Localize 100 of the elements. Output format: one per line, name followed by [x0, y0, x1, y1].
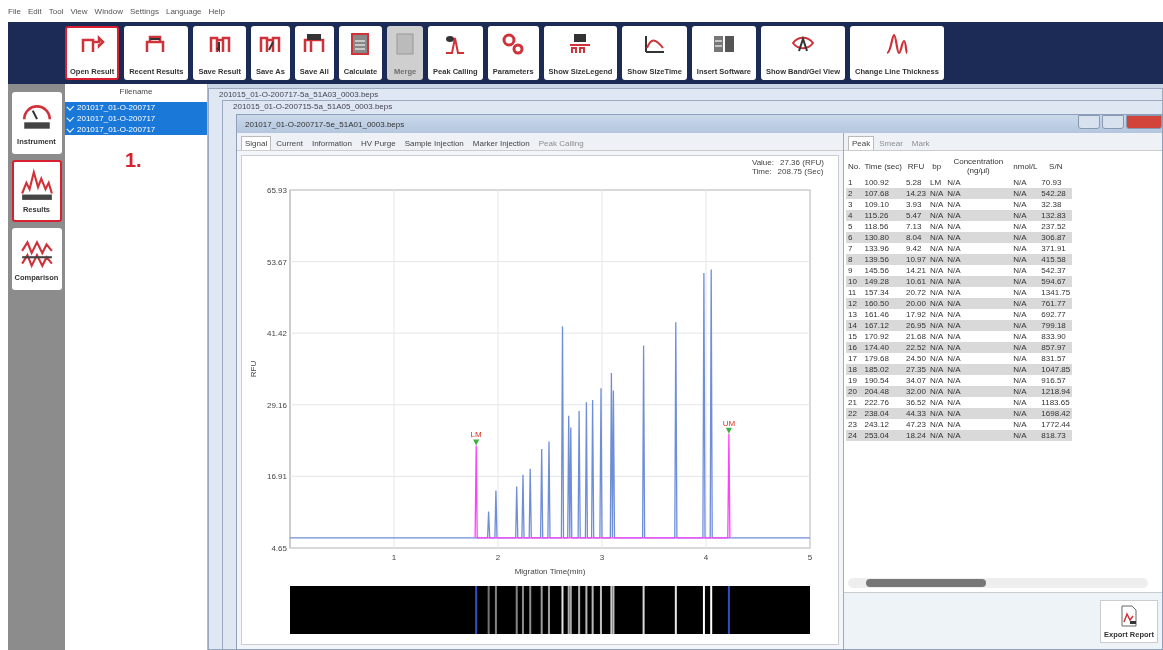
table-cell: N/A: [945, 419, 1012, 430]
table-cell: 1218.94: [1039, 386, 1073, 397]
table-cell: N/A: [945, 430, 1012, 441]
tab[interactable]: Signal: [241, 136, 272, 150]
tab[interactable]: HV Purge: [356, 136, 400, 150]
table-cell: N/A: [945, 375, 1012, 386]
table-cell: N/A: [1011, 298, 1040, 309]
table-cell: 20.72: [903, 287, 928, 298]
close-icon[interactable]: [1126, 115, 1162, 129]
file-list-item[interactable]: 201017_01-O-200717: [65, 124, 207, 135]
file-list-item[interactable]: 201017_01-O-200717: [65, 102, 207, 113]
table-cell: 1772.44: [1039, 419, 1073, 430]
menu-item[interactable]: Tool: [48, 6, 64, 16]
table-cell: N/A: [1011, 397, 1040, 408]
tab[interactable]: Sample Injection: [400, 136, 468, 150]
menu-item[interactable]: Edit: [27, 6, 42, 16]
file-name: 201017_01-O-200717: [77, 125, 156, 134]
readout-label: Value:: [751, 158, 774, 167]
table-cell: N/A: [945, 298, 1012, 309]
table-cell: 20: [846, 386, 863, 397]
column-header: S/N: [1048, 160, 1064, 173]
table-cell: N/A: [927, 298, 946, 309]
table-cell: N/A: [945, 254, 1012, 265]
table-cell: 18: [846, 364, 863, 375]
table-cell: N/A: [1011, 265, 1040, 276]
table-cell: 15: [846, 331, 863, 342]
table-cell: N/A: [1011, 430, 1040, 441]
file-name: 201017_01-O-200717: [77, 114, 156, 123]
table-cell: N/A: [945, 232, 1012, 243]
table-cell: N/A: [1011, 309, 1040, 320]
tab[interactable]: Information: [307, 136, 356, 150]
table-cell: N/A: [1011, 408, 1040, 419]
table-cell: N/A: [945, 397, 1012, 408]
table-cell-text: N/A: [928, 265, 945, 276]
file-list-item[interactable]: 201017_01-O-200717: [65, 113, 207, 124]
menu-item[interactable]: File: [8, 6, 21, 16]
table-cell: 17.92: [903, 309, 928, 320]
column-header: Time (sec): [863, 160, 903, 173]
table-cell: 32.38: [1039, 199, 1073, 210]
table-cell: 916.57: [1039, 375, 1073, 386]
table-cell: 222.76: [862, 397, 904, 408]
table-cell: N/A: [927, 320, 946, 331]
nav-icon: [19, 168, 54, 202]
table-cell: 109.10: [862, 199, 904, 210]
menu-item[interactable]: Language: [165, 6, 202, 16]
menu-item[interactable]: Help: [208, 6, 225, 16]
table-cell: N/A: [945, 177, 1012, 188]
table-cell-text: N/A: [928, 397, 945, 408]
readout-value: 208.75 (Sec): [777, 167, 824, 176]
table-cell: N/A: [945, 353, 1012, 364]
table-cell: 20.00: [903, 298, 928, 309]
readout-value: 27.36 (RFU): [780, 158, 824, 167]
table-cell: N/A: [927, 232, 946, 243]
table-cell-text: N/A: [928, 353, 945, 364]
table-cell-text: N/A: [928, 199, 945, 210]
tab[interactable]: Marker Injection: [468, 136, 534, 150]
table-cell: N/A: [1011, 386, 1040, 397]
table-cell: 14: [846, 320, 863, 331]
table-cell: 8.04: [903, 232, 928, 243]
axis-tick-label: 65.93: [266, 186, 287, 195]
window-title: 201015_01-O-200715-5a_51A05_0003.beps: [232, 101, 394, 113]
table-cell: 21.68: [903, 331, 928, 342]
table-cell: 149.28: [862, 276, 904, 287]
table-cell: 6: [846, 232, 863, 243]
table-cell: 174.40: [862, 342, 904, 353]
table-cell: N/A: [1011, 210, 1040, 221]
column-header: Concentration (ng/µl): [952, 156, 1005, 177]
table-cell: 2: [846, 188, 863, 199]
axis-tick-label: 16.91: [266, 472, 287, 482]
table-cell: N/A: [927, 364, 946, 375]
table-cell-text: N/A: [928, 287, 945, 298]
scrollbar-thumb[interactable]: [866, 579, 986, 587]
table-cell: N/A: [945, 276, 1012, 287]
table-cell: 7.13: [903, 221, 928, 232]
table-cell: 145.56: [862, 265, 904, 276]
axis-tick-label: 2: [495, 553, 501, 562]
table-cell: N/A: [945, 210, 1012, 221]
table-cell: 371.91: [1039, 243, 1073, 254]
table-cell: 1698.42: [1039, 408, 1073, 419]
table-cell: 179.68: [862, 353, 904, 364]
table-cell: N/A: [945, 331, 1012, 342]
table-cell: 19: [846, 375, 863, 386]
menu-item[interactable]: Settings: [130, 6, 159, 16]
column-header: Filename: [118, 86, 154, 98]
table-cell-text: N/A: [928, 309, 945, 320]
table-cell: 70.93: [1039, 177, 1073, 188]
tab[interactable]: Peak: [848, 136, 875, 150]
table-cell: 10.97: [903, 254, 928, 265]
table-cell: 12: [846, 298, 863, 309]
table-cell: 13: [846, 309, 863, 320]
table-cell: 16: [846, 342, 863, 353]
table-cell: 24.50: [903, 353, 928, 364]
table-cell: 7: [846, 243, 863, 254]
menu-item[interactable]: View: [70, 6, 88, 16]
table-cell-text: N/A: [928, 419, 945, 430]
table-cell: 5: [846, 221, 863, 232]
tab[interactable]: Current: [272, 136, 307, 150]
table-cell: N/A: [1011, 375, 1040, 386]
table-cell: 118.56: [862, 221, 904, 232]
menu-item[interactable]: Window: [94, 6, 124, 16]
